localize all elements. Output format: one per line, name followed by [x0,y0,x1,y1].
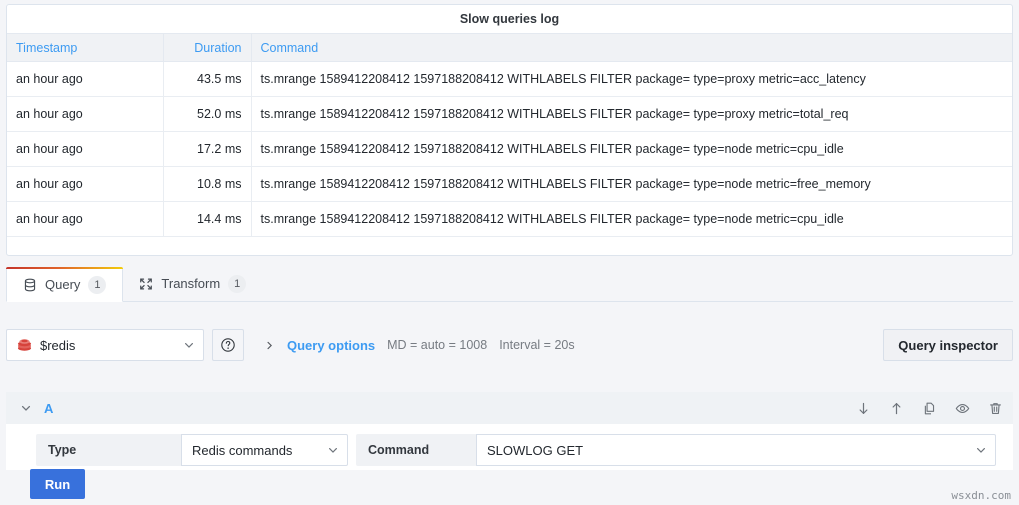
chevron-down-icon [327,444,339,456]
query-inspector-button[interactable]: Query inspector [883,329,1013,361]
tab-query-count: 1 [88,276,106,294]
slow-queries-panel: Slow queries log Timestamp Duration Comm… [6,4,1013,256]
column-header-timestamp[interactable]: Timestamp [7,34,163,62]
cell-duration: 10.8 ms [163,167,251,202]
transform-icon [139,277,153,291]
query-options-bar[interactable]: Query options MD = auto = 1008 Interval … [252,329,875,361]
query-options-label: Query options [287,338,375,353]
editor-tab-bar: Query 1 Transform 1 [6,266,1013,302]
cell-duration: 14.4 ms [163,202,251,237]
chevron-right-icon [264,340,275,351]
query-editor-header: A [6,392,1013,424]
query-actions [856,401,1003,416]
question-circle-icon [220,337,236,353]
cell-timestamp: an hour ago [7,167,163,202]
query-options-interval: Interval = 20s [499,338,574,352]
tab-transform-count: 1 [228,275,246,293]
redis-logo-icon [17,338,32,352]
cell-command: ts.mrange 1589412208412 1597188208412 WI… [251,167,1012,202]
run-button[interactable]: Run [30,469,85,499]
query-editor-card: A [6,392,1013,470]
database-icon [23,278,37,292]
type-select-value: Redis commands [192,443,327,458]
field-label-command: Command [356,434,476,466]
datasource-row: $redis Query options MD = auto = 1008 In… [6,328,1013,362]
chevron-down-icon [183,339,195,351]
datasource-help-button[interactable] [212,329,244,361]
tab-transform-label: Transform [161,276,220,291]
table-row: an hour ago 10.8 ms ts.mrange 1589412208… [7,167,1012,202]
type-select[interactable]: Redis commands [181,434,348,466]
table-row: an hour ago 17.2 ms ts.mrange 1589412208… [7,132,1012,167]
arrow-up-icon[interactable] [889,401,904,416]
cell-duration: 52.0 ms [163,97,251,132]
column-header-command[interactable]: Command [251,34,1012,62]
query-ref-id[interactable]: A [44,401,53,416]
table-row: an hour ago 43.5 ms ts.mrange 1589412208… [7,62,1012,97]
slow-queries-table: Timestamp Duration Command an hour ago 4… [7,33,1012,237]
cell-duration: 17.2 ms [163,132,251,167]
panel-title: Slow queries log [7,5,1012,33]
arrow-down-icon[interactable] [856,401,871,416]
datasource-picker[interactable]: $redis [6,329,204,361]
field-label-type: Type [36,434,181,466]
cell-command: ts.mrange 1589412208412 1597188208412 WI… [251,62,1012,97]
table-row: an hour ago 14.4 ms ts.mrange 1589412208… [7,202,1012,237]
table-row: an hour ago 52.0 ms ts.mrange 1589412208… [7,97,1012,132]
eye-icon[interactable] [955,401,970,416]
cell-command: ts.mrange 1589412208412 1597188208412 WI… [251,202,1012,237]
query-options-max-data-points: MD = auto = 1008 [387,338,487,352]
cell-timestamp: an hour ago [7,62,163,97]
slow-queries-table-wrapper: Timestamp Duration Command an hour ago 4… [7,33,1012,237]
command-select[interactable]: SLOWLOG GET [476,434,996,466]
cell-timestamp: an hour ago [7,202,163,237]
table-header-row: Timestamp Duration Command [7,34,1012,62]
datasource-name: $redis [40,338,183,353]
tab-transform[interactable]: Transform 1 [123,266,262,301]
query-editor-body: Type Redis commands Command SLOWLOG GET [6,424,1013,466]
cell-command: ts.mrange 1589412208412 1597188208412 WI… [251,132,1012,167]
tab-query-label: Query [45,277,80,292]
column-header-duration[interactable]: Duration [163,34,251,62]
chevron-down-icon[interactable] [20,402,32,414]
table-body: an hour ago 43.5 ms ts.mrange 1589412208… [7,62,1012,237]
watermark: wsxdn.com [951,489,1011,502]
cell-timestamp: an hour ago [7,97,163,132]
chevron-down-icon [975,444,987,456]
tab-query[interactable]: Query 1 [6,267,123,302]
duplicate-icon[interactable] [922,401,937,416]
cell-duration: 43.5 ms [163,62,251,97]
trash-icon[interactable] [988,401,1003,416]
cell-command: ts.mrange 1589412208412 1597188208412 WI… [251,97,1012,132]
command-select-value: SLOWLOG GET [487,443,975,458]
table-header: Timestamp Duration Command [7,34,1012,62]
cell-timestamp: an hour ago [7,132,163,167]
